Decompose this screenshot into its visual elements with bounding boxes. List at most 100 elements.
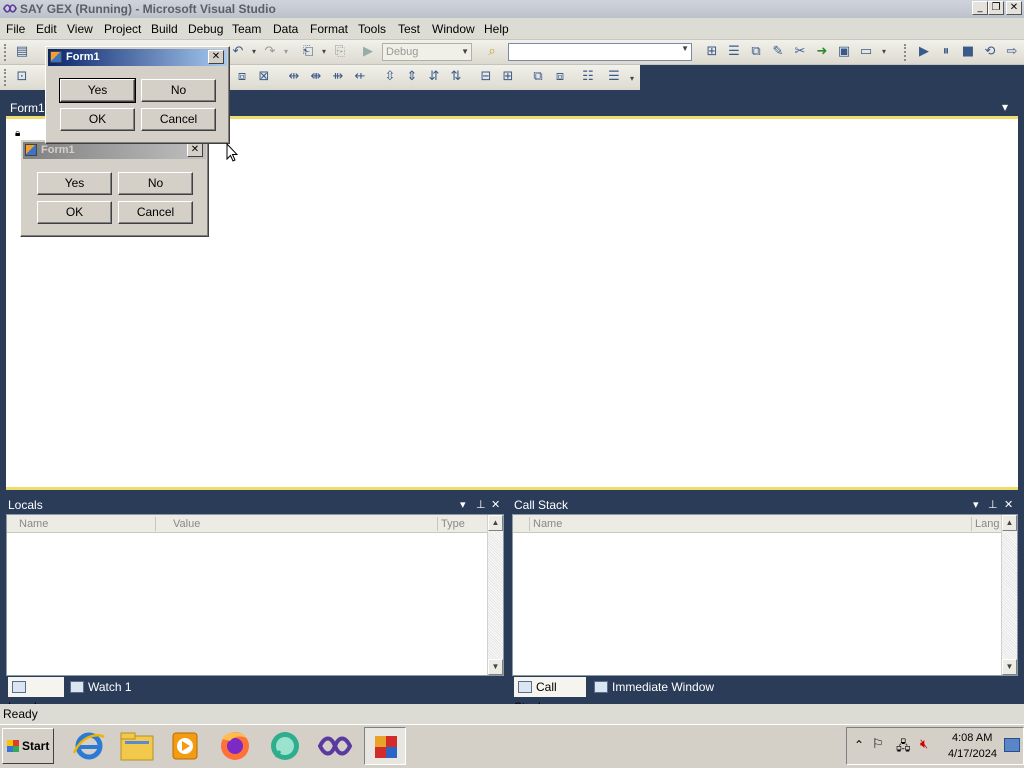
media-player-icon[interactable] [164, 727, 206, 765]
navigate-forward-icon[interactable]: ⎘ [332, 44, 348, 60]
action-center-flag-icon[interactable]: ⚐ [872, 737, 884, 752]
yes-button[interactable]: Yes [59, 78, 136, 103]
locals-scrollbar[interactable]: ▲ ▼ [487, 515, 503, 675]
column-name[interactable]: Name [19, 515, 48, 533]
volume-muted-icon[interactable]: 🔇︎ [920, 737, 928, 752]
increase-horizontal-spacing-icon[interactable]: ⇼ [308, 69, 324, 85]
document-tab-form1[interactable]: Form1. [10, 101, 48, 115]
toolbar-grip[interactable] [4, 44, 7, 61]
call-stack-header[interactable]: Call Stack [512, 497, 1018, 514]
center-vertically-icon[interactable]: ⊞ [500, 69, 516, 85]
restore-button[interactable]: ❐ [988, 1, 1004, 15]
menu-tools[interactable]: Tools [358, 22, 386, 36]
firefox-icon[interactable] [214, 727, 256, 765]
toolbox-icon[interactable]: ✎ [770, 44, 786, 60]
start-button[interactable]: Start [2, 728, 54, 764]
clock-date[interactable]: 4/17/2024 [948, 748, 997, 760]
tools-icon[interactable]: ✂ [792, 44, 808, 60]
redo-icon[interactable]: ↷ [262, 44, 278, 60]
document-list-dropdown-icon[interactable]: ▾ [1002, 100, 1008, 114]
yes-button[interactable]: Yes [37, 172, 112, 195]
locals-dropdown-icon[interactable]: ▾ [460, 498, 466, 512]
dialog-close-button[interactable]: ✕ [187, 143, 203, 157]
menu-build[interactable]: Build [151, 22, 178, 36]
menu-help[interactable]: Help [484, 22, 509, 36]
center-horizontally-icon[interactable]: ⊟ [478, 69, 494, 85]
locals-pin-icon[interactable]: ⊥ [476, 498, 486, 512]
solution-explorer-icon[interactable]: ⊞ [704, 44, 720, 60]
menu-debug[interactable]: Debug [188, 22, 223, 36]
undo-icon[interactable]: ↶ [230, 44, 246, 60]
properties-window-icon[interactable]: ☰ [726, 44, 742, 60]
menu-edit[interactable]: Edit [36, 22, 57, 36]
debug-toolbar-grip[interactable] [904, 44, 907, 61]
new-project-icon[interactable]: ▤ [14, 44, 30, 60]
lock-controls-icon[interactable]: ☰ [606, 69, 622, 85]
column-separator[interactable] [437, 517, 438, 531]
locals-close-icon[interactable]: ✕ [491, 498, 500, 512]
scroll-up-icon[interactable]: ▲ [488, 515, 503, 531]
chat-app-icon[interactable] [264, 727, 306, 765]
send-to-back-icon[interactable]: ⧈ [552, 69, 568, 85]
dialog-title-bar[interactable]: Form1 [23, 142, 206, 159]
menu-data[interactable]: Data [273, 22, 298, 36]
form1-dialog-inactive[interactable]: Form1 ✕ Yes No OK Cancel [20, 139, 209, 237]
class-view-icon[interactable]: ▣ [836, 44, 852, 60]
increase-vertical-spacing-icon[interactable]: ⇕ [404, 69, 420, 85]
navigate-dropdown-icon[interactable]: ▾ [316, 44, 332, 60]
cancel-button[interactable]: Cancel [118, 201, 193, 224]
break-all-icon[interactable]: ⏸ [938, 44, 954, 60]
find-in-files-icon[interactable]: ⌕ [484, 44, 500, 60]
running-app-icon[interactable] [364, 727, 406, 765]
decrease-vertical-spacing-icon[interactable]: ⇵ [426, 69, 442, 85]
tab-immediate-window[interactable]: Immediate Window [590, 677, 720, 697]
object-browser-icon[interactable]: ⧉ [748, 44, 764, 60]
remove-vertical-spacing-icon[interactable]: ⇅ [448, 69, 464, 85]
call-stack-grid[interactable]: Name Lang ▲ ▼ [512, 514, 1018, 676]
align-to-grid-icon[interactable]: ⊡ [14, 69, 30, 85]
toolbar-grip[interactable] [4, 69, 7, 86]
vertical-spacing-equal-icon[interactable]: ⇳ [382, 69, 398, 85]
make-same-size-icon[interactable]: ⧈ [234, 69, 250, 85]
toolbar-options-icon[interactable]: ▾ [624, 71, 640, 87]
bring-to-front-icon[interactable]: ⧉ [530, 69, 546, 85]
scroll-down-icon[interactable]: ▼ [1002, 659, 1017, 675]
tab-order-icon[interactable]: ☷ [580, 69, 596, 85]
decrease-horizontal-spacing-icon[interactable]: ⇻ [330, 69, 346, 85]
locals-grid[interactable]: Name Value Type ▲ ▼ [6, 514, 504, 676]
navigate-backward-icon[interactable]: ⎗ [300, 44, 316, 60]
form1-dialog-active[interactable]: Form1 ✕ Yes No OK Cancel [45, 46, 230, 144]
call-stack-close-icon[interactable]: ✕ [1004, 498, 1013, 512]
clock-time[interactable]: 4:08 AM [952, 732, 992, 744]
show-next-statement-icon[interactable]: ⇨ [1004, 44, 1020, 60]
continue-icon[interactable]: ▶ [916, 44, 932, 60]
call-stack-dropdown-icon[interactable]: ▾ [973, 498, 979, 512]
column-separator[interactable] [155, 517, 156, 531]
column-name[interactable]: Name [533, 515, 562, 533]
undo-dropdown-icon[interactable]: ▾ [246, 44, 262, 60]
show-desktop-icon[interactable] [1004, 738, 1020, 752]
no-button[interactable]: No [118, 172, 193, 195]
stop-debugging-icon[interactable]: ■ [960, 44, 976, 60]
call-stack-pin-icon[interactable]: ⊥ [988, 498, 998, 512]
column-value[interactable]: Value [173, 515, 200, 533]
no-button[interactable]: No [141, 79, 216, 102]
network-icon[interactable]: 🖧︎ [896, 737, 911, 759]
column-type[interactable]: Type [441, 515, 465, 533]
remove-horizontal-spacing-icon[interactable]: ⇷ [352, 69, 368, 85]
ok-button[interactable]: OK [60, 108, 135, 131]
column-separator[interactable] [529, 517, 530, 531]
close-button[interactable]: ✕ [1006, 1, 1022, 15]
column-language[interactable]: Lang [975, 515, 1001, 533]
menu-project[interactable]: Project [104, 22, 141, 36]
internet-explorer-icon[interactable] [68, 727, 110, 765]
menu-team[interactable]: Team [232, 22, 261, 36]
menu-file[interactable]: File [6, 22, 25, 36]
menu-format[interactable]: Format [310, 22, 348, 36]
column-separator[interactable] [971, 517, 972, 531]
start-debugging-icon[interactable]: ▶ [360, 44, 376, 60]
solution-configuration-combo[interactable]: Debug ▼ [382, 43, 472, 61]
tab-locals[interactable]: Locals [8, 677, 64, 714]
show-hidden-icons-icon[interactable]: ⌃ [854, 738, 864, 752]
dialog-close-button[interactable]: ✕ [208, 50, 224, 64]
